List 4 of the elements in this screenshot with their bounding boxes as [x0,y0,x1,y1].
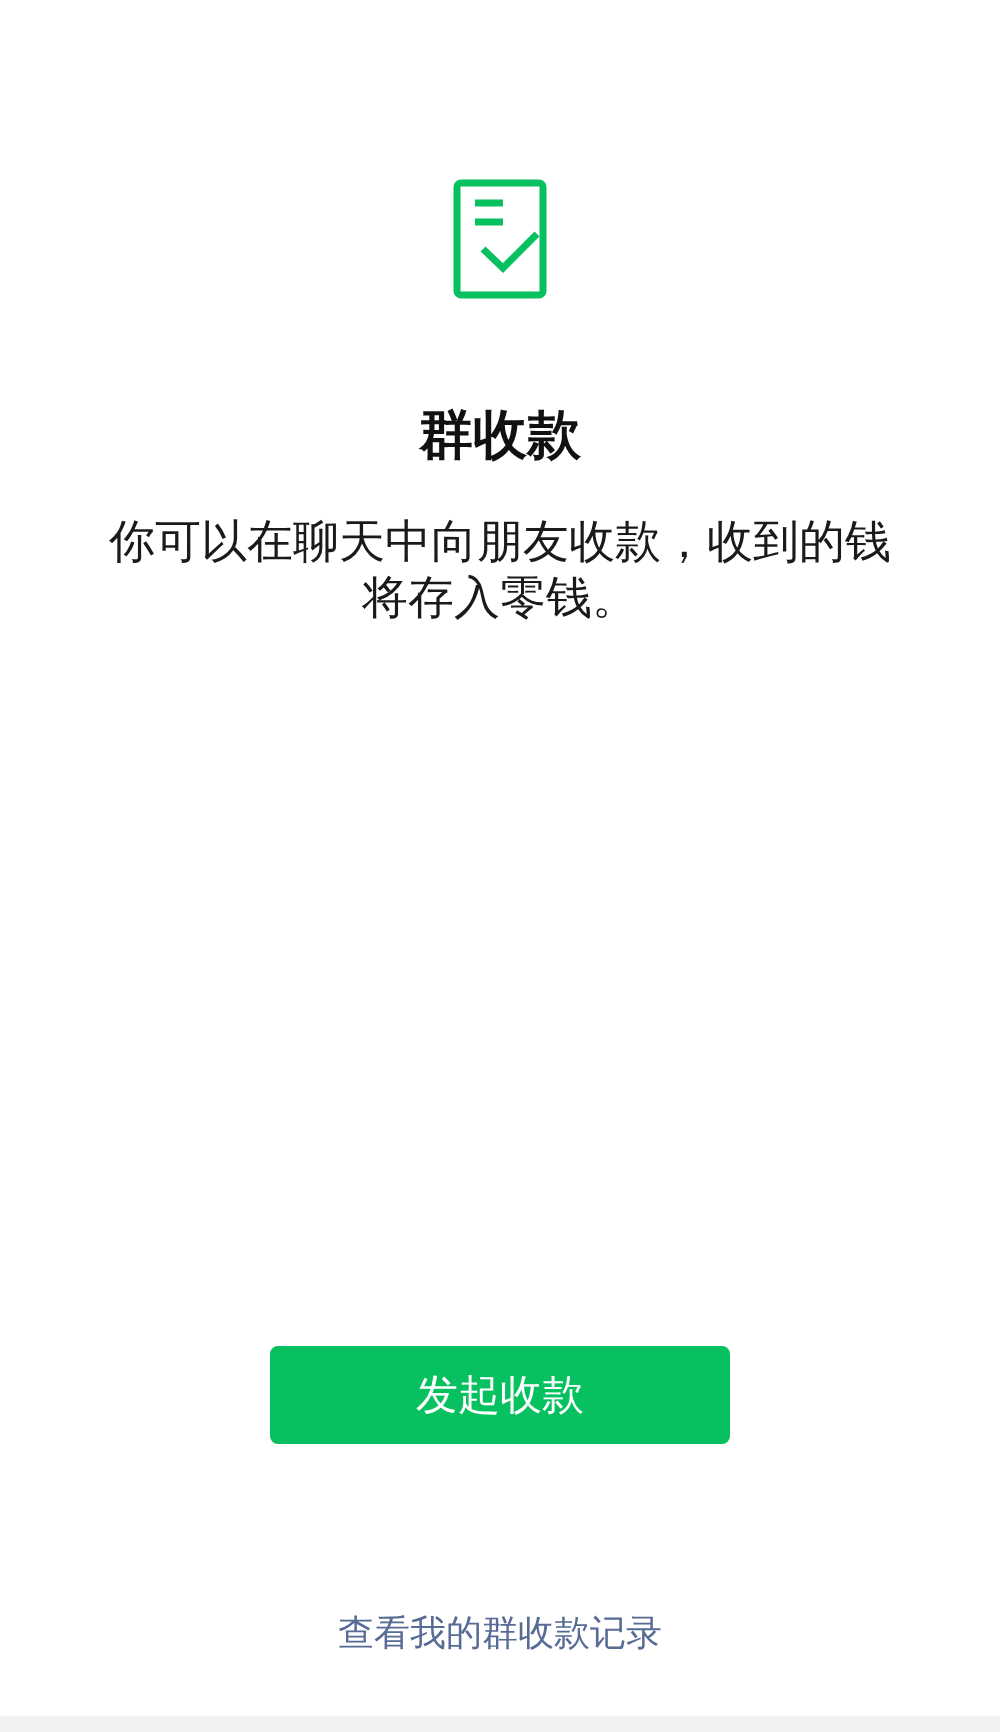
collection-records-link[interactable]: 查看我的群收款记录 [338,1610,662,1656]
document-check-icon [453,179,547,299]
description-text: 你可以在聊天中向朋友收款，收到的钱将存入零钱。 [108,513,892,625]
page-title: 群收款 [419,403,581,467]
